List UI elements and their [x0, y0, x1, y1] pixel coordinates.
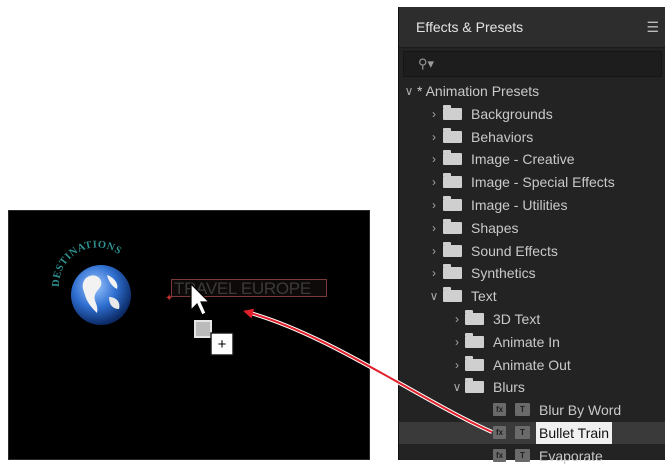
tree-folder[interactable]: › Sound Effects	[399, 240, 665, 262]
tree-folder[interactable]: › Image - Utilities	[399, 194, 665, 216]
tree-item-label: Blur By Word	[539, 402, 622, 419]
folder-icon	[465, 310, 484, 325]
chevron-right-icon[interactable]: ›	[428, 126, 440, 148]
folder-icon	[443, 264, 462, 280]
panel-header: Effects & Presets ☰	[399, 7, 665, 48]
tree-item-label: Synthetics	[471, 265, 536, 282]
tree-item-label: Text	[471, 288, 497, 305]
tree-item-label: Image - Utilities	[471, 197, 568, 213]
composition-viewer[interactable]: DESTINATIONS TRAVEL EUROPE ✦	[8, 210, 370, 460]
chevron-right-icon[interactable]: ›	[428, 262, 440, 284]
folder-icon	[443, 173, 462, 189]
chevron-right-icon[interactable]: ›	[428, 171, 440, 193]
globe-icon: DESTINATIONS	[51, 239, 131, 325]
search-input[interactable]: ⚲▾	[403, 51, 662, 77]
chevron-right-icon[interactable]: ›	[428, 103, 440, 125]
preset-icon: fx	[493, 403, 506, 417]
text-preset-icon: T	[515, 403, 530, 417]
tree-item-label: Animate Out	[493, 356, 571, 373]
folder-icon	[443, 127, 462, 143]
search-icon: ⚲▾	[418, 56, 435, 71]
tree-item-label: Behaviors	[471, 128, 534, 145]
tree-folder[interactable]: › Synthetics	[399, 262, 665, 284]
chevron-down-icon[interactable]: ∨	[403, 80, 415, 102]
folder-icon	[465, 355, 484, 371]
tree-item-label: Bullet Train	[536, 422, 613, 444]
tree-item-label: 3D Text	[493, 311, 541, 327]
tree-item-label: * Animation Presets	[417, 83, 540, 99]
layer-anchor-icon: ✦	[165, 293, 174, 304]
hamburger-menu-icon[interactable]: ☰	[646, 19, 659, 36]
chevron-right-icon[interactable]: ›	[451, 308, 463, 330]
folder-icon	[443, 287, 462, 303]
tree-item-label: Image - Creative	[471, 151, 575, 168]
chevron-right-icon[interactable]: ›	[428, 148, 440, 170]
chevron-right-icon[interactable]: ›	[428, 240, 440, 262]
preset-item[interactable]: fx T Evaporate	[399, 445, 665, 467]
folder-icon	[443, 218, 462, 234]
folder-icon	[465, 378, 484, 394]
tree-root[interactable]: ∨ * Animation Presets	[399, 80, 665, 102]
tree-folder[interactable]: › 3D Text	[399, 308, 665, 330]
text-preset-icon: T	[515, 426, 530, 439]
tree-folder[interactable]: › Shapes	[399, 217, 665, 239]
tree-folder[interactable]: ∨ Text	[399, 285, 665, 307]
chevron-down-icon[interactable]: ∨	[451, 376, 463, 398]
effects-presets-panel: Effects & Presets ☰ ⚲▾ ∨ * Animation Pres…	[398, 7, 665, 464]
folder-icon	[443, 241, 462, 257]
tree-item-label: Animate In	[493, 333, 560, 350]
tree-item-label: Backgrounds	[471, 105, 553, 122]
travel-europe-text-layer[interactable]: TRAVEL EUROPE	[171, 279, 327, 298]
folder-icon	[443, 150, 462, 166]
chevron-right-icon[interactable]: ›	[451, 331, 463, 353]
tree-item-label: Shapes	[471, 219, 519, 236]
chevron-down-icon[interactable]: ∨	[428, 285, 440, 307]
tree-folder[interactable]: › Animate In	[399, 331, 665, 353]
tree-folder[interactable]: ∨ Blurs	[399, 376, 665, 398]
tree-item-label: Blurs	[493, 379, 525, 396]
preset-item[interactable]: fx T Blur By Word	[399, 399, 665, 421]
folder-icon	[465, 332, 484, 348]
destinations-logo: DESTINATIONS	[47, 239, 147, 335]
tree-folder[interactable]: › Behaviors	[399, 126, 665, 148]
tree-item-label: Evaporate	[539, 447, 603, 464]
folder-icon	[443, 104, 462, 120]
tree-item-label: Sound Effects	[471, 242, 558, 259]
tree-folder[interactable]: › Image - Special Effects	[399, 171, 665, 193]
tree-folder[interactable]: › Animate Out	[399, 354, 665, 376]
folder-icon	[443, 196, 462, 211]
tree-item-label: Image - Special Effects	[471, 174, 615, 191]
chevron-right-icon[interactable]: ›	[428, 217, 440, 239]
tree-folder[interactable]: › Backgrounds	[399, 103, 665, 125]
chevron-right-icon[interactable]: ›	[451, 354, 463, 376]
chevron-right-icon[interactable]: ›	[428, 194, 440, 216]
preset-item[interactable]: fx T Bullet Train	[399, 422, 665, 444]
panel-title: Effects & Presets	[416, 19, 524, 35]
tree-folder[interactable]: › Image - Creative	[399, 148, 665, 170]
preset-icon: fx	[493, 426, 506, 439]
